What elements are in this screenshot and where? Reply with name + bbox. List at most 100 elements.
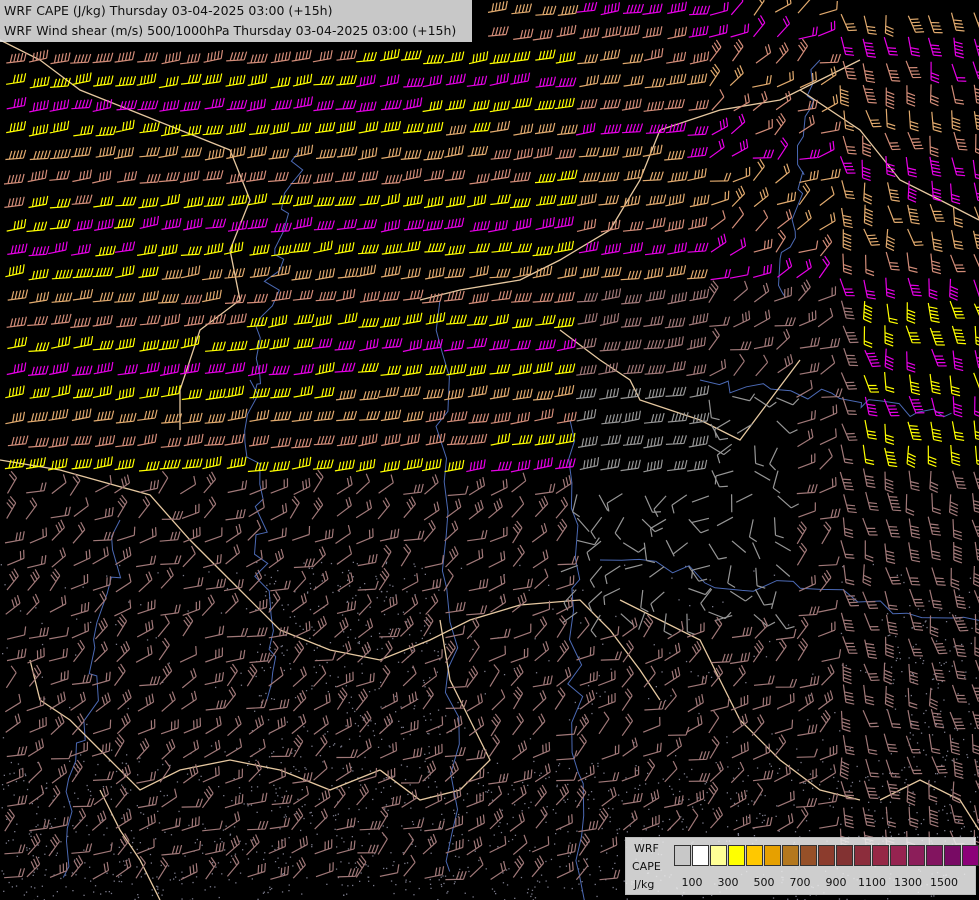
terrain-dot xyxy=(321,580,323,582)
terrain-dot xyxy=(351,836,353,838)
terrain-dot xyxy=(275,580,277,582)
legend-tick: 500 xyxy=(753,876,775,889)
legend-swatch xyxy=(818,845,835,866)
terrain-dot xyxy=(295,813,297,815)
terrain-dot xyxy=(427,786,430,788)
legend-swatch xyxy=(872,845,889,866)
terrain-dot xyxy=(928,726,930,728)
terrain-dot xyxy=(675,755,677,757)
terrain-dot xyxy=(939,609,941,611)
terrain-dot xyxy=(925,709,927,712)
terrain-dot xyxy=(337,584,339,587)
terrain-dot xyxy=(121,784,123,786)
legend-swatch xyxy=(674,845,691,866)
terrain-dot xyxy=(748,816,750,819)
terrain-dot xyxy=(28,833,31,835)
terrain-dot xyxy=(191,898,194,900)
terrain-dot xyxy=(88,834,90,836)
terrain-dot xyxy=(142,813,145,815)
terrain-dot xyxy=(352,770,354,772)
terrain-dot xyxy=(833,776,835,779)
terrain-dot xyxy=(898,652,901,654)
terrain-dot xyxy=(429,878,431,881)
terrain-dot xyxy=(400,764,403,766)
terrain-dot xyxy=(377,746,380,748)
terrain-dot xyxy=(507,793,509,795)
legend-swatch xyxy=(782,845,799,866)
terrain-dot xyxy=(252,839,254,841)
terrain-dot xyxy=(923,609,925,611)
terrain-dot xyxy=(304,804,306,806)
terrain-dot xyxy=(1,807,3,809)
terrain-dot xyxy=(86,723,88,726)
terrain-dot xyxy=(552,608,554,610)
legend-swatch xyxy=(728,845,745,866)
terrain-dot xyxy=(187,610,189,612)
terrain-dot xyxy=(778,768,781,770)
terrain-dot xyxy=(255,759,257,761)
terrain-dot xyxy=(925,754,927,756)
terrain-dot xyxy=(3,788,5,790)
terrain-dot xyxy=(441,813,443,815)
terrain-dot xyxy=(346,893,348,895)
terrain-dot xyxy=(933,895,935,897)
terrain-dot xyxy=(567,798,569,800)
terrain-dot xyxy=(535,672,538,674)
terrain-dot xyxy=(287,805,289,808)
terrain-dot xyxy=(924,722,926,724)
terrain-dot xyxy=(973,810,975,813)
terrain-dot xyxy=(69,760,71,762)
terrain-dot xyxy=(274,648,276,650)
terrain-dot xyxy=(920,823,922,825)
terrain-dot xyxy=(358,808,360,811)
terrain-dot xyxy=(119,564,121,567)
terrain-dot xyxy=(908,804,911,806)
terrain-dot xyxy=(732,777,735,779)
terrain-dot xyxy=(514,897,516,899)
terrain-dot xyxy=(283,669,285,672)
terrain-dot xyxy=(127,808,129,810)
terrain-dot xyxy=(313,666,315,668)
terrain-dot xyxy=(454,881,456,883)
terrain-dot xyxy=(385,804,388,806)
terrain-dot xyxy=(311,745,313,747)
terrain-dot xyxy=(626,831,628,833)
terrain-dot xyxy=(422,679,425,682)
terrain-dot xyxy=(591,762,593,765)
terrain-dot xyxy=(392,585,394,587)
terrain-dot xyxy=(250,804,253,806)
terrain-dot xyxy=(309,583,311,585)
terrain-dot xyxy=(235,882,237,884)
terrain-dot xyxy=(173,878,175,880)
terrain-dot xyxy=(437,651,439,653)
terrain-dot xyxy=(264,595,267,597)
terrain-dot xyxy=(547,886,549,888)
terrain-dot xyxy=(747,775,749,777)
terrain-dot xyxy=(360,784,362,786)
terrain-dot xyxy=(162,889,164,891)
terrain-dot xyxy=(210,745,213,747)
legend-label-unit: J/kg xyxy=(634,878,655,891)
terrain-dot xyxy=(405,879,407,881)
terrain-dot xyxy=(575,800,577,802)
terrain-dot xyxy=(804,782,806,784)
terrain-dot xyxy=(157,892,160,894)
terrain-dot xyxy=(424,760,426,763)
terrain-dot xyxy=(751,800,753,802)
terrain-dot xyxy=(334,828,336,830)
terrain-dot xyxy=(269,886,271,888)
terrain-dot xyxy=(712,606,714,608)
terrain-dot xyxy=(37,806,39,808)
terrain-dot xyxy=(736,819,738,822)
terrain-dot xyxy=(467,839,470,842)
terrain-dot xyxy=(679,790,681,793)
terrain-dot xyxy=(822,739,824,741)
terrain-dot xyxy=(127,707,129,710)
terrain-dot xyxy=(325,682,327,684)
terrain-dot xyxy=(157,888,159,890)
terrain-dot xyxy=(372,730,374,732)
terrain-dot xyxy=(375,788,377,790)
terrain-dot xyxy=(486,791,489,793)
terrain-dot xyxy=(421,567,423,570)
terrain-dot xyxy=(93,891,95,893)
